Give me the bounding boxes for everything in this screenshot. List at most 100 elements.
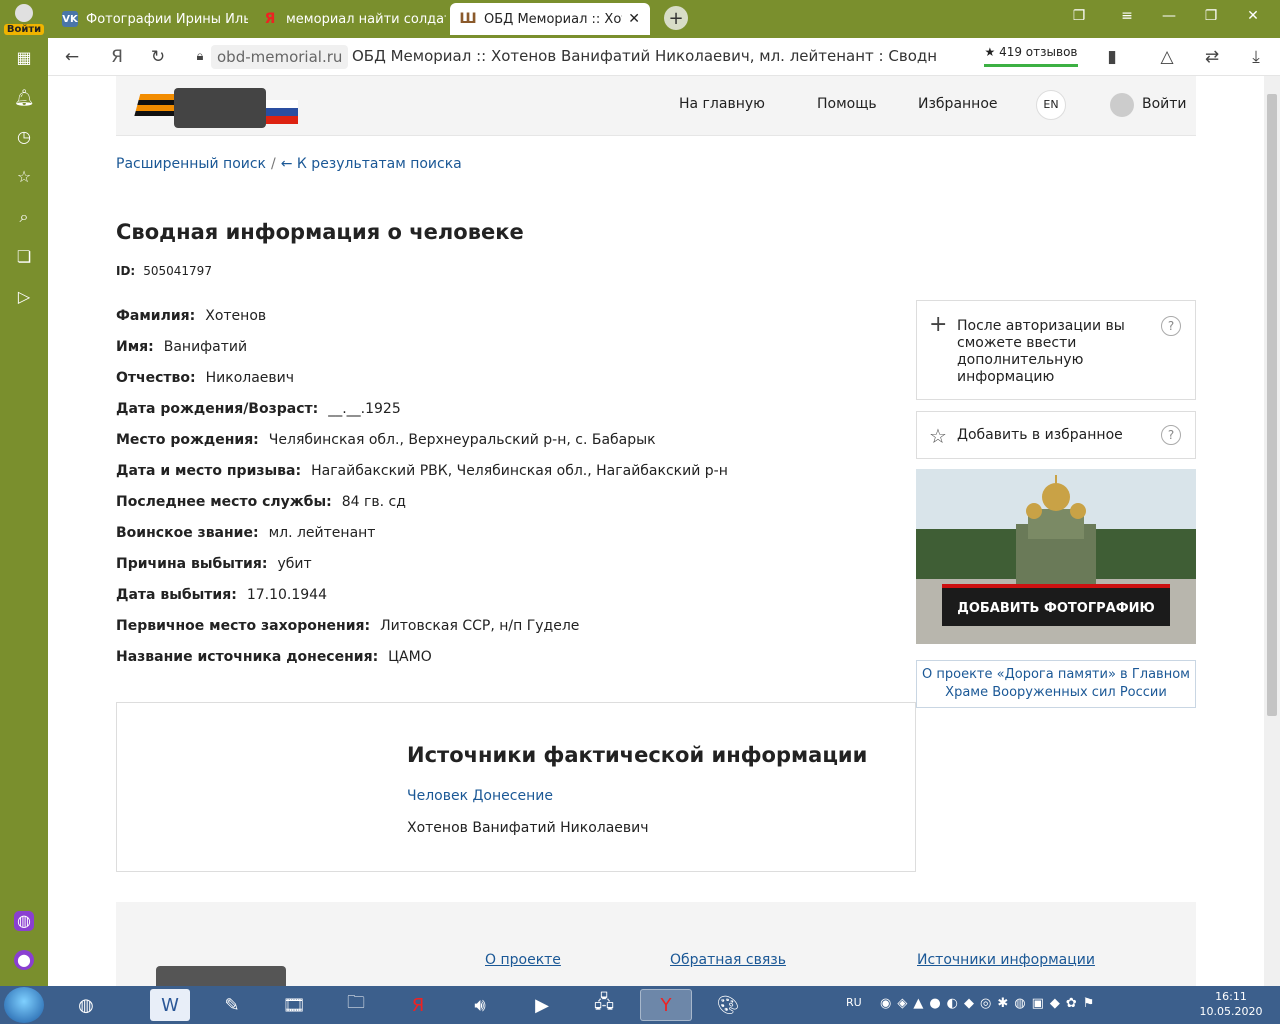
grid-icon[interactable]: ▦ xyxy=(14,48,34,68)
yandex-browser-taskbar-icon[interactable]: Y xyxy=(640,989,692,1021)
field-birth-date: Дата рождения/Возраст: __.__.1925 xyxy=(116,401,401,417)
protect-icon[interactable]: △ xyxy=(1155,46,1179,68)
reload-icon[interactable]: ↻ xyxy=(146,46,170,68)
explorer-icon[interactable]: 🗀︎ xyxy=(330,989,382,1021)
tray-icons[interactable]: ◉◈▲●◐◆◎✱◍▣◆✿⚑ xyxy=(880,996,1100,1011)
address-bar-title[interactable]: ОБД Мемориал :: Хотенов Ванифатий Никола… xyxy=(352,47,937,65)
signin-button[interactable]: Войти xyxy=(4,2,44,40)
history-icon[interactable]: ◷ xyxy=(14,127,34,147)
tab-label: мемориал найти солдата xyxy=(286,11,446,27)
input-language[interactable]: RU xyxy=(846,996,862,1009)
clock-date: 10.05.2020 xyxy=(1199,1005,1263,1018)
minimize-button[interactable]: — xyxy=(1154,8,1184,24)
nav-home[interactable]: На главную xyxy=(679,96,765,112)
url-host[interactable]: obd-memorial.ru xyxy=(211,45,349,69)
word-icon[interactable]: W xyxy=(150,989,190,1021)
system-clock[interactable]: 16:11 10.05.2020 xyxy=(1196,989,1266,1019)
yandex-icon: Я xyxy=(264,11,276,27)
auth-note: После авторизации вы сможете ввести допо… xyxy=(957,318,1125,385)
breadcrumb: Расширенный поиск / ← К результатам поиска xyxy=(116,156,462,172)
login-link[interactable]: Войти xyxy=(1142,96,1187,112)
footer-about-link[interactable]: О проекте xyxy=(485,952,561,968)
field-last-service: Последнее место службы: 84 гв. сд xyxy=(116,494,406,510)
alice-icon[interactable]: ● xyxy=(14,950,34,970)
movie-maker-icon[interactable]: 🎞︎ xyxy=(268,989,320,1021)
new-tab-button[interactable]: + xyxy=(664,6,688,30)
network-app-icon[interactable]: 🖧︎ xyxy=(578,989,630,1021)
browser-toolbar: ← Я ↻ 🔒︎ obd-memorial.ru ОБД Мемориал ::… xyxy=(48,38,1280,76)
nav-favorites[interactable]: Избранное xyxy=(918,96,998,112)
lock-icon[interactable]: 🔒︎ xyxy=(188,46,212,68)
field-surname: Фамилия: Хотенов xyxy=(116,308,266,324)
palette-icon[interactable]: 🎨︎ xyxy=(702,989,754,1021)
help-icon[interactable]: ? xyxy=(1161,316,1181,336)
footer-sources-link[interactable]: Источники информации xyxy=(917,952,1095,968)
id-value: 505041797 xyxy=(143,264,212,278)
translate-icon[interactable]: ⇄ xyxy=(1200,46,1224,68)
memorial-logo[interactable] xyxy=(130,80,300,132)
breadcrumb-separator: / xyxy=(271,156,276,172)
scrollbar-thumb[interactable] xyxy=(1267,94,1277,716)
reviews-badge[interactable]: ★ 419 отзывов xyxy=(984,43,1078,67)
add-photo-button[interactable]: ДОБАВИТЬ ФОТОГРАФИЮ ГЕРОЯ xyxy=(942,584,1170,644)
restore-button[interactable]: ❐ xyxy=(1196,8,1226,24)
video-player-icon[interactable]: ▶ xyxy=(516,989,568,1021)
download-icon[interactable]: ⤓ xyxy=(1244,46,1268,68)
source-report-link[interactable]: Человек Донесение xyxy=(407,788,553,804)
field-value: 17.10.1944 xyxy=(246,587,327,603)
field-birth-place: Место рождения: Челябинская обл., Верхнеу… xyxy=(116,432,656,448)
tab-yandex-search[interactable]: Я мемориал найти солдата xyxy=(252,3,446,35)
nav-help[interactable]: Помощь xyxy=(817,96,877,112)
site-header: На главную Помощь Избранное EN Войти xyxy=(116,76,1196,136)
field-label: Дата и место призыва: xyxy=(116,463,302,479)
image-search-icon[interactable]: ⌕ xyxy=(14,207,34,227)
tab-vk-photos[interactable]: VK Фотографии Ирины Ильи xyxy=(52,3,248,35)
alice-taskbar-icon[interactable]: ◍ xyxy=(60,989,112,1021)
tabs-menu-icon[interactable]: ❐ xyxy=(1064,8,1094,24)
footer-feedback-link[interactable]: Обратная связь xyxy=(670,952,786,968)
close-window-button[interactable]: ✕ xyxy=(1238,8,1268,24)
audio-icon[interactable]: 🔊︎ xyxy=(454,989,506,1021)
field-value: ЦАМО xyxy=(388,649,432,665)
field-label: Отчество: xyxy=(116,370,196,386)
menu-icon[interactable]: ≡ xyxy=(1112,8,1142,24)
footer-logo[interactable] xyxy=(136,954,306,986)
field-name: Имя: Ванифатий xyxy=(116,339,247,355)
browser-titlebar: Войти VK Фотографии Ирины Ильи Я мемориа… xyxy=(0,0,1280,38)
tab-label: ОБД Мемориал :: Хотен xyxy=(484,11,622,27)
bell-icon[interactable]: 🔔︎ xyxy=(14,88,34,108)
web-page: На главную Помощь Избранное EN Войти Рас… xyxy=(48,76,1264,986)
field-value: Литовская ССР, н/п Гуделе xyxy=(380,618,580,634)
star-icon[interactable]: ☆ xyxy=(14,167,34,187)
project-link[interactable]: О проекте «Дорога памяти» в Главном Храм… xyxy=(916,660,1196,708)
yandex-home-button[interactable]: Я xyxy=(105,46,129,68)
field-label: Дата рождения/Возраст: xyxy=(116,401,319,417)
add-info-card[interactable]: + После авторизации вы сможете ввести до… xyxy=(916,300,1196,400)
help-icon[interactable]: ? xyxy=(1161,425,1181,445)
breadcrumb-advanced-search[interactable]: Расширенный поиск xyxy=(116,156,266,172)
messenger-icon[interactable]: ◍ xyxy=(14,911,34,931)
collections-icon[interactable]: ❏ xyxy=(14,247,34,267)
page-scrollbar[interactable] xyxy=(1264,76,1280,986)
start-button[interactable] xyxy=(4,987,44,1023)
paint-app-icon[interactable]: ✎ xyxy=(206,989,258,1021)
add-favorite-label: Добавить в избранное xyxy=(957,427,1123,443)
user-icon[interactable] xyxy=(1110,93,1134,117)
yandex-taskbar-icon[interactable]: Я xyxy=(392,989,444,1021)
field-label: Дата выбытия: xyxy=(116,587,237,603)
field-value: Хотенов xyxy=(205,308,267,324)
source-person-name: Хотенов Ванифатий Николаевич xyxy=(407,820,649,836)
add-photo-banner[interactable]: ДОБАВИТЬ ФОТОГРАФИЮ ГЕРОЯ xyxy=(916,469,1196,644)
breadcrumb-back-to-results[interactable]: ← К результатам поиска xyxy=(281,156,462,172)
user-avatar-icon xyxy=(15,4,33,22)
close-tab-icon[interactable]: ✕ xyxy=(628,11,640,27)
add-favorite-card[interactable]: ☆ Добавить в избранное ? xyxy=(916,411,1196,459)
play-icon[interactable]: ▷ xyxy=(14,287,34,307)
field-label: Место рождения: xyxy=(116,432,259,448)
record-id: ID: 505041797 xyxy=(116,264,212,278)
tab-obd-memorial[interactable]: Ш ОБД Мемориал :: Хотен ✕ xyxy=(450,3,650,35)
lang-switch[interactable]: EN xyxy=(1036,90,1066,120)
back-icon[interactable]: ← xyxy=(60,46,84,68)
id-label: ID: xyxy=(116,264,136,278)
bookmark-icon[interactable]: ▮ xyxy=(1100,46,1124,68)
